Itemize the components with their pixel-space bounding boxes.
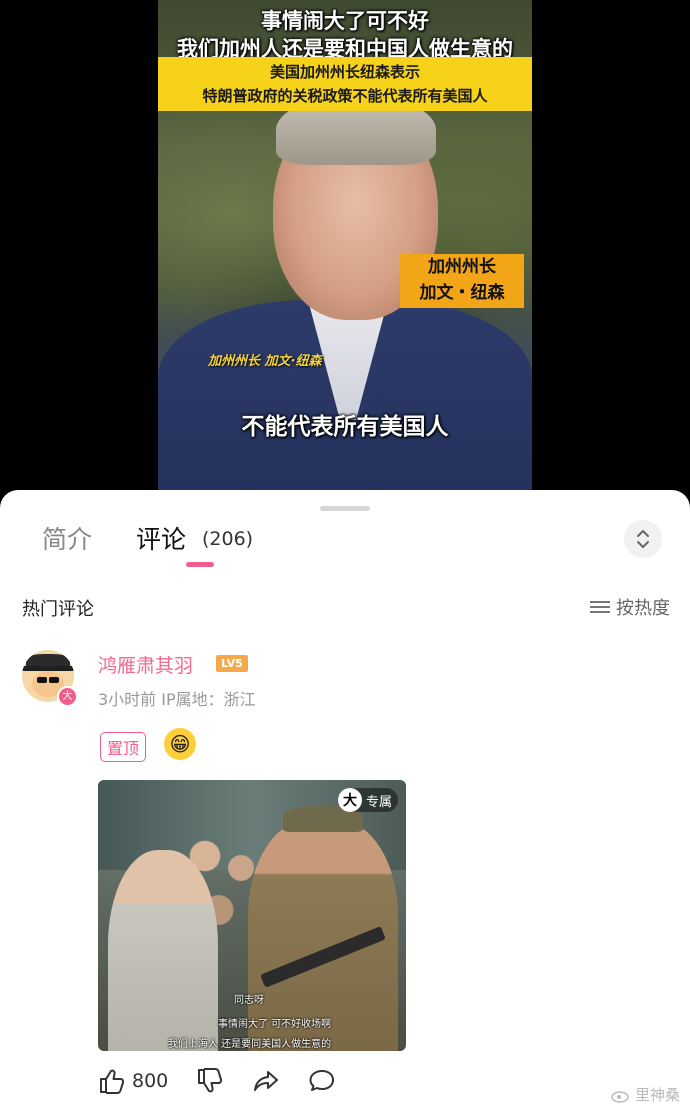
video-subtitle: 不能代表所有美国人 <box>241 414 449 440</box>
reply-button[interactable] <box>308 1068 336 1094</box>
video-frame[interactable]: 事情闹大了可不好 我们加州人还是要和中国人做生意的 美国加州州长纽森表示 特朗普… <box>158 0 532 495</box>
exclusive-badge-text: 专属 <box>365 794 392 810</box>
dislike-button[interactable] <box>196 1068 224 1094</box>
image-caption-2: 事情闹大了 可不好收场啊 <box>218 1019 332 1030</box>
like-count: 800 <box>132 1070 169 1092</box>
thumb-down-icon <box>198 1068 223 1093</box>
active-tab-indicator <box>186 562 214 567</box>
comment-sheet: 简介 评论 (206) 热门评论 按热度 大 鸿雁肃其羽 LV5 3小时前 IP… <box>0 490 690 1111</box>
pinned-badge: 置顶 <box>100 732 147 762</box>
sheet-drag-handle[interactable] <box>320 506 370 511</box>
share-button[interactable] <box>252 1068 280 1094</box>
comment-meta: 3小时前 IP属地：浙江 <box>98 690 256 709</box>
speaker-name-box-line2: 加文・纽森 <box>419 283 505 303</box>
sort-label: 按热度 <box>616 598 670 619</box>
thumb-up-icon <box>100 1069 125 1094</box>
comment-image[interactable]: 大 专属 同志呀 事情闹大了 可不好收场啊 我们上海人 还是要同美国人做生意的 <box>98 780 406 1051</box>
image-caption-1: 同志呀 <box>234 995 264 1006</box>
video-banner: 美国加州州长纽森表示 特朗普政府的关税政策不能代表所有美国人 <box>158 57 532 111</box>
exclusive-badge: 大 专属 <box>337 788 398 812</box>
share-icon <box>254 1071 279 1091</box>
speaker-name-box: 加州州长 加文・纽森 <box>400 254 524 308</box>
comment-username[interactable]: 鸿雁肃其羽 <box>98 651 193 678</box>
video-title-line1: 事情闹大了可不好 <box>261 9 429 33</box>
speaker-name-caption: 加州州长 加文·纽森 <box>208 354 322 369</box>
speaker-name-box-line1: 加州州长 <box>428 257 496 277</box>
avatar-glasses-right <box>49 677 59 683</box>
watermark-text: 里神桑 <box>634 1086 680 1104</box>
comments-count: (206) <box>202 528 254 550</box>
comment-actions: 800 <box>98 1068 364 1094</box>
hot-comments-label: 热门评论 <box>22 599 94 620</box>
watermark: 里神桑 <box>611 1084 680 1105</box>
sort-lines-icon <box>590 600 610 614</box>
video-banner-line1: 美国加州州长纽森表示 <box>269 63 420 81</box>
expand-toggle-button[interactable] <box>624 520 662 558</box>
exclusive-badge-icon: 大 <box>337 788 362 812</box>
user-level-badge: LV5 <box>216 655 248 672</box>
avatar-glasses-left <box>37 677 47 683</box>
chevron-updown-icon <box>637 530 649 548</box>
tab-comments[interactable]: 评论 <box>136 520 186 556</box>
video-player-area[interactable]: 事情闹大了可不好 我们加州人还是要和中国人做生意的 美国加州州长纽森表示 特朗普… <box>0 0 690 500</box>
sort-by-heat-button[interactable]: 按热度 <box>590 594 670 620</box>
video-banner-line2: 特朗普政府的关税政策不能代表所有美国人 <box>202 87 488 105</box>
weibo-icon <box>611 1090 629 1103</box>
image-caption-3: 我们上海人 还是要同美国人做生意的 <box>168 1039 332 1050</box>
grinning-emoji-icon: 😁 <box>164 728 196 760</box>
image-man-in-suit <box>108 850 218 1051</box>
avatar-badge: 大 <box>57 686 78 707</box>
like-button[interactable]: 800 <box>98 1068 168 1094</box>
tab-intro[interactable]: 简介 <box>42 520 92 556</box>
reply-bubble-icon <box>309 1070 335 1091</box>
